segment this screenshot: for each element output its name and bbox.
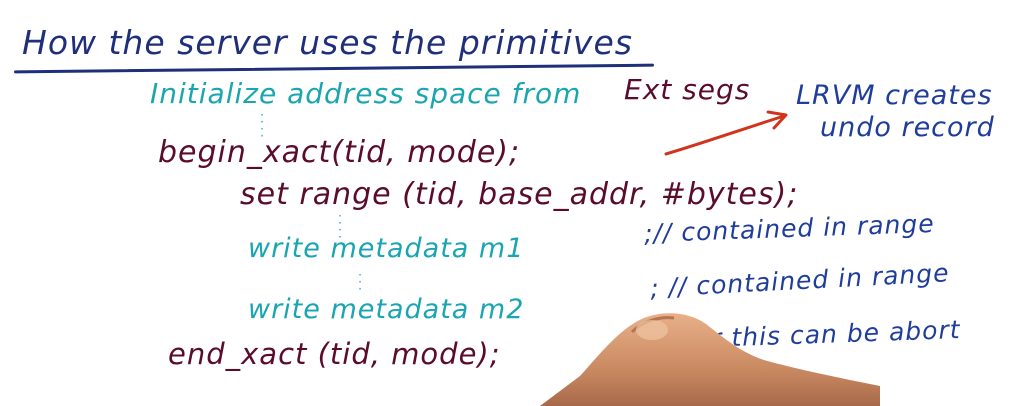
ext-segs-label: Ext segs xyxy=(624,73,751,106)
ellipsis-dots: · · · xyxy=(358,268,362,296)
whiteboard: How the server uses the primitives Initi… xyxy=(0,0,1034,406)
title-underline xyxy=(14,63,654,74)
set-range-line: set range (tid, base_addr, #bytes); xyxy=(240,177,799,212)
init-address-space-line: Initialize address space from xyxy=(150,77,582,110)
write-metadata-m1-line: write metadata m1 xyxy=(248,233,525,264)
comment-contained-in-range-2: ; // contained in range xyxy=(649,258,951,303)
write-metadata-m2-line: write metadata m2 xyxy=(248,294,525,325)
undo-record-label: undo record xyxy=(820,112,995,143)
end-xact-line: end_xact (tid, mode); xyxy=(168,337,501,371)
board-title: How the server uses the primitives xyxy=(22,23,633,62)
begin-xact-line: begin_xact(tid, mode); xyxy=(158,135,521,170)
lrvm-creates-label: LRVM creates xyxy=(796,80,993,111)
red-arrow-icon xyxy=(664,110,788,156)
hand-image xyxy=(540,313,880,406)
comment-contained-in-range-1: ;// contained in range xyxy=(643,208,936,249)
